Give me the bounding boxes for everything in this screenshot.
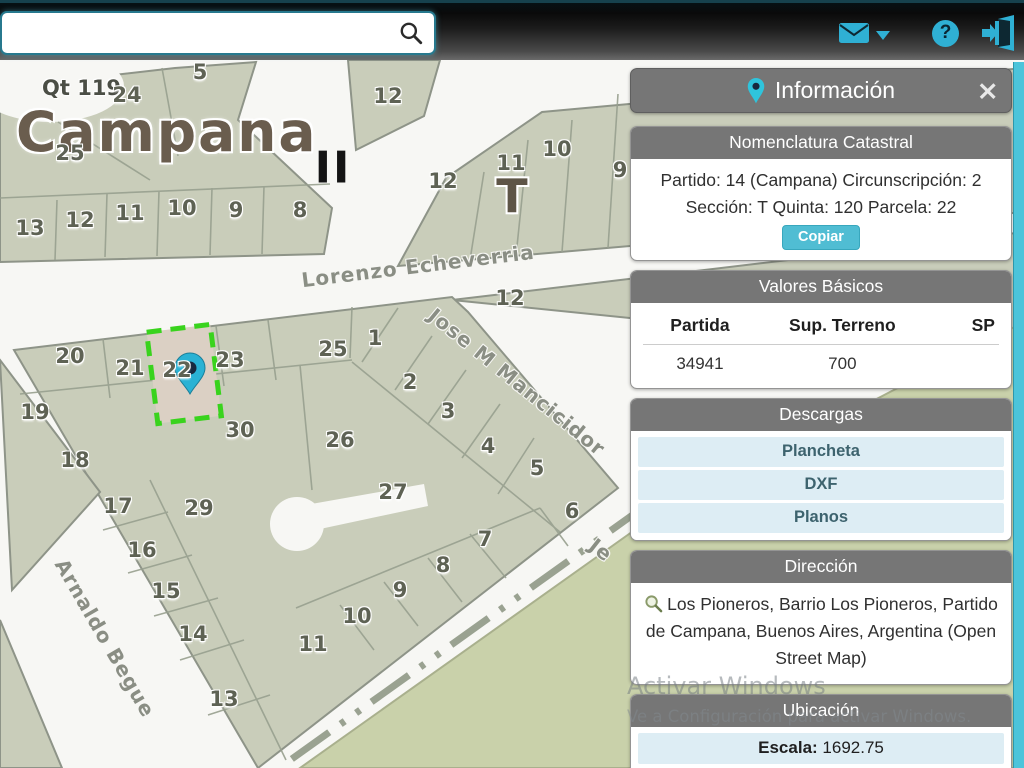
top-toolbar: ? bbox=[0, 0, 1024, 60]
copy-button[interactable]: Copiar bbox=[782, 225, 860, 250]
exit-door-icon bbox=[980, 13, 1020, 53]
ubicacion-list: Escala: 1692.75Latitud: -34.25314 bbox=[631, 727, 1011, 768]
section-nomenclatura: Nomenclatura Catastral Partido: 14 (Camp… bbox=[630, 126, 1012, 261]
download-link-planos[interactable]: Planos bbox=[638, 503, 1004, 533]
app-window: Qt 119 Campana IIT Lorenzo EcheverriaJos… bbox=[0, 0, 1024, 768]
nomenclatura-line1: Partido: 14 (Campana) Circunscripción: 2 bbox=[641, 167, 1001, 194]
direccion-text: Los Pioneros, Barrio Los Pioneros, Parti… bbox=[646, 594, 998, 668]
mail-menu-button[interactable] bbox=[838, 3, 890, 63]
valores-cell bbox=[928, 354, 999, 374]
panel-title-bar: Información × bbox=[630, 68, 1012, 113]
valores-col-header: SP bbox=[928, 315, 999, 336]
section-valores: Valores Básicos PartidaSup. TerrenoSP 34… bbox=[630, 270, 1012, 389]
valores-header-row: PartidaSup. TerrenoSP bbox=[643, 309, 999, 345]
nomenclatura-line2: Sección: T Quinta: 120 Parcela: 22 bbox=[641, 194, 1001, 221]
search-box[interactable] bbox=[0, 11, 436, 55]
section-ubicacion: Ubicación Escala: 1692.75Latitud: -34.25… bbox=[630, 694, 1012, 768]
download-link-plancheta[interactable]: Plancheta bbox=[638, 437, 1004, 467]
close-icon[interactable]: × bbox=[976, 77, 999, 104]
valores-col-header: Partida bbox=[643, 315, 757, 336]
info-panel: Información × Nomenclatura Catastral Par… bbox=[630, 68, 1012, 768]
panel-title: Información bbox=[775, 77, 895, 104]
section-header: Nomenclatura Catastral bbox=[631, 127, 1011, 159]
ubicacion-label: Escala: bbox=[758, 738, 822, 757]
pin-icon bbox=[747, 78, 765, 104]
section-header: Valores Básicos bbox=[631, 271, 1011, 303]
panel-scrollbar[interactable] bbox=[1013, 62, 1024, 768]
section-direccion: Dirección Los Pioneros, Barrio Los Pione… bbox=[630, 550, 1012, 685]
valores-col-header: Sup. Terreno bbox=[757, 315, 928, 336]
descargas-list: PlanchetaDXFPlanos bbox=[631, 431, 1011, 540]
valores-table: PartidaSup. TerrenoSP 34941700 bbox=[631, 303, 1011, 388]
section-header: Dirección bbox=[631, 551, 1011, 583]
magnifier-icon[interactable] bbox=[644, 594, 663, 613]
section-header: Descargas bbox=[631, 399, 1011, 431]
search-icon[interactable] bbox=[398, 20, 424, 46]
valores-data-row: 34941700 bbox=[643, 345, 999, 378]
ubicacion-row: Escala: 1692.75 bbox=[638, 733, 1004, 764]
help-button[interactable]: ? bbox=[932, 3, 959, 63]
help-icon: ? bbox=[932, 20, 959, 47]
ubicacion-value: 1692.75 bbox=[822, 738, 883, 757]
download-link-dxf[interactable]: DXF bbox=[638, 470, 1004, 500]
search-input[interactable] bbox=[2, 13, 398, 53]
chevron-down-icon bbox=[876, 31, 890, 40]
mail-icon bbox=[838, 21, 870, 45]
valores-cell: 700 bbox=[757, 354, 928, 374]
valores-cell: 34941 bbox=[643, 354, 757, 374]
section-header: Ubicación bbox=[631, 695, 1011, 727]
logout-button[interactable] bbox=[980, 3, 1020, 63]
section-descargas: Descargas PlanchetaDXFPlanos bbox=[630, 398, 1012, 541]
